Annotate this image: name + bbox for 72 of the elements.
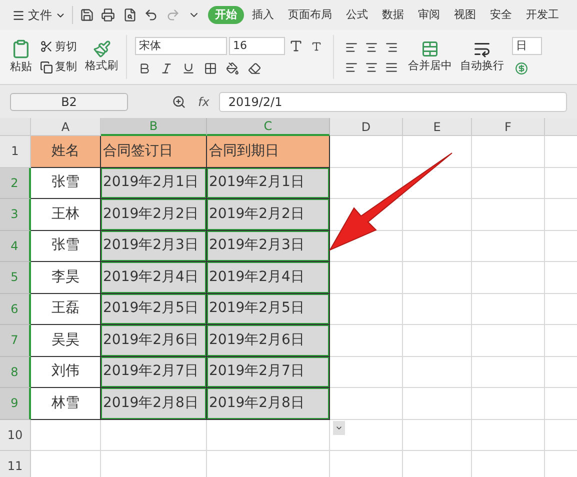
merge-cells-icon: [421, 40, 439, 58]
fx-label: fx: [198, 94, 210, 110]
table-cell: 2019年2月5日: [101, 294, 207, 325]
table-cell: 2019年2月5日: [207, 294, 330, 325]
table-cell: 2019年2月8日: [101, 388, 207, 420]
table-cell: 2019年2月6日: [207, 325, 330, 356]
table-cell: 张雪: [31, 230, 101, 262]
paste-button[interactable]: 粘贴: [10, 38, 32, 76]
scissors-icon: [40, 40, 53, 54]
table-cell: 2019年2月2日: [207, 199, 330, 230]
empty-cell: [403, 388, 472, 420]
empty-cell: [403, 230, 472, 262]
wrap-text-button[interactable]: 自动换行: [460, 40, 504, 74]
table-cell: 2019年2月7日: [207, 356, 330, 388]
header-cell: 合同签订日: [101, 136, 207, 168]
table-cell: 张雪: [31, 168, 101, 199]
ribbon-tab[interactable]: 数据: [376, 6, 410, 24]
cut-button[interactable]: 剪切: [40, 38, 77, 55]
table-cell: 2019年2月4日: [101, 262, 207, 294]
save-icon[interactable]: [78, 6, 94, 24]
ribbon-tab[interactable]: 开发工: [520, 6, 565, 24]
print-icon[interactable]: [100, 6, 116, 24]
table-cell: 李昊: [31, 262, 101, 294]
empty-cell: [403, 199, 472, 230]
file-menu[interactable]: 文件: [12, 6, 66, 24]
table-cell: 2019年2月1日: [101, 168, 207, 199]
empty-cell: [403, 356, 472, 388]
number-format-select[interactable]: 日: [512, 37, 542, 55]
header-cell: 姓名: [31, 136, 101, 168]
empty-cell: [403, 294, 472, 325]
row-header[interactable]: 10: [0, 420, 31, 451]
font-size-select[interactable]: 16: [229, 37, 285, 55]
copy-button[interactable]: 复制: [40, 59, 77, 76]
ribbon-tab[interactable]: 安全: [484, 6, 518, 24]
column-header[interactable]: E: [403, 118, 472, 136]
table-cell: 王林: [31, 199, 101, 230]
column-header[interactable]: F: [472, 118, 545, 136]
row-header[interactable]: 11: [0, 451, 31, 477]
formula-input[interactable]: 2019/2/1: [219, 92, 567, 112]
table-cell: 2019年2月3日: [207, 230, 330, 262]
table-cell: 2019年2月4日: [207, 262, 330, 294]
paintbrush-icon: [92, 40, 110, 58]
ribbon-tab[interactable]: 公式: [340, 6, 374, 24]
table-cell: 2019年2月7日: [101, 356, 207, 388]
header-cell: 合同到期日: [207, 136, 330, 168]
table-cell: 2019年2月1日: [207, 168, 330, 199]
column-header[interactable]: D: [330, 118, 403, 136]
ribbon-tab[interactable]: 审阅: [412, 6, 446, 24]
table-cell: 2019年2月6日: [101, 325, 207, 356]
name-box[interactable]: B2: [10, 92, 128, 110]
table-cell: 王磊: [31, 294, 101, 325]
row-header[interactable]: 1: [0, 136, 31, 168]
ribbon-tab[interactable]: 页面布局: [282, 6, 338, 24]
table-cell: 2019年2月3日: [101, 230, 207, 262]
table-cell: 林雪: [31, 388, 101, 420]
table-cell: 刘伟: [31, 356, 101, 388]
table-cell: 吴昊: [31, 325, 101, 356]
empty-cell: [403, 325, 472, 356]
empty-cell: [403, 420, 472, 451]
ribbon-tab[interactable]: 插入: [246, 6, 280, 24]
font-select[interactable]: 宋体: [135, 37, 227, 55]
chevron-down-icon: [335, 424, 343, 432]
copy-icon: [40, 60, 53, 74]
table-cell: 2019年2月2日: [101, 199, 207, 230]
clipboard-icon: [11, 38, 31, 59]
format-painter-button[interactable]: 格式刷: [85, 40, 118, 74]
table-cell: 2019年2月8日: [207, 388, 330, 420]
ribbon-tab[interactable]: 视图: [448, 6, 482, 24]
menu-icon: [12, 8, 25, 22]
merge-center-button[interactable]: 合并居中: [408, 40, 452, 74]
empty-cell: [403, 262, 472, 294]
column-header[interactable]: A: [31, 118, 101, 136]
